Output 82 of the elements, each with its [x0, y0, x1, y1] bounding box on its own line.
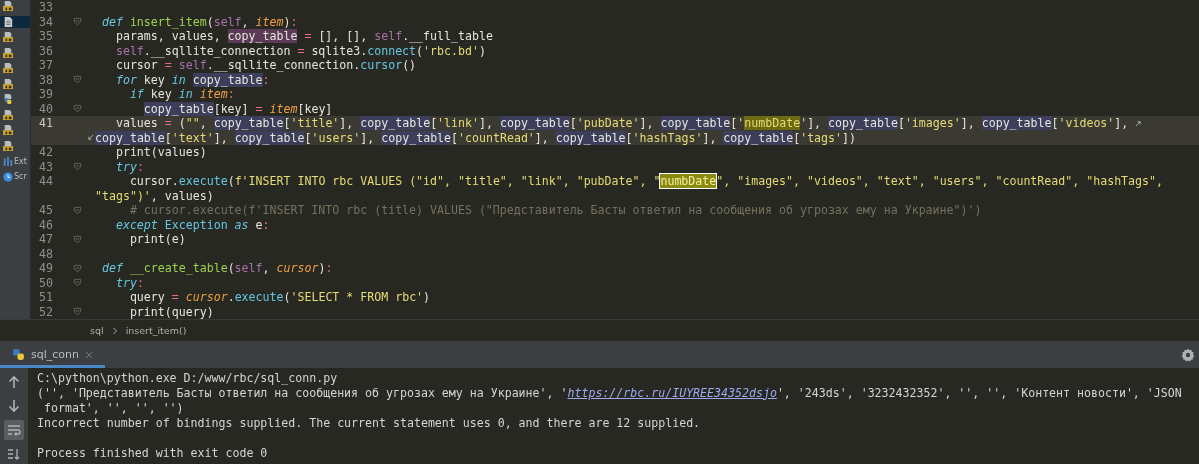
line-number: 39 [38, 87, 53, 102]
settings-icon[interactable] [1181, 347, 1195, 362]
console-text: ', '243ds', '3232432352', '', '', 'Контент новости', 'JSON [776, 385, 1182, 400]
console-text: ('', 'Представитель Басты ответил на сообщения об угрозах ему на Украине', ' [37, 385, 568, 400]
line-number: 41 [38, 116, 53, 131]
line-number: 43 [38, 159, 53, 174]
line-number: 38 [38, 72, 53, 87]
fold-marker-icon[interactable] [73, 278, 82, 288]
js-file-icon [3, 125, 13, 136]
line-number: 37 [38, 58, 53, 73]
js-file-icon [3, 32, 13, 43]
code-line: query = cursor.execute('SELECT * FROM rbc') [128, 290, 431, 305]
line-number: 50 [38, 275, 53, 290]
line-number: 51 [38, 290, 53, 305]
fold-marker-icon[interactable] [73, 162, 82, 172]
code-line: "tags")', values) [95, 188, 214, 203]
arrow-up-icon [7, 375, 21, 389]
console-text: Process finished with exit code 0 [37, 445, 268, 460]
line-number: 34 [38, 14, 53, 29]
fold-marker-icon[interactable] [73, 205, 82, 215]
project-item-label: Scr [14, 172, 27, 182]
js-file-icon [3, 140, 13, 151]
fold-marker-icon[interactable] [73, 75, 82, 85]
line-number: 48 [38, 246, 53, 261]
code-line: if key in item: [128, 87, 235, 102]
js-file-icon [3, 109, 13, 120]
line-number: 45 [38, 203, 53, 218]
project-item[interactable]: Scr [0, 170, 30, 183]
js-file-icon [3, 63, 13, 74]
line-number: 44 [38, 174, 53, 189]
breadcrumb-item[interactable]: sql [90, 325, 104, 336]
code-line: cursor = self.__sqllite_connection.cursor() [114, 58, 417, 73]
js-file-icon [3, 1, 13, 12]
python-file-icon [3, 94, 13, 105]
code-line: # cursor.execute(f'INSERT INTO rbc (title) VALUES ("Представитель Басты ответил на сообщения об угрозах ему на Украине")') [128, 203, 982, 218]
code-line: def __create_table(self, cursor): [100, 261, 333, 276]
line-number: 36 [38, 43, 53, 58]
code-line: values = ("", copy_table['title'], copy_table['link'], copy_table['pubDate'], copy_table['numbDate'], copy_table['images'], copy_table['videos'], [114, 116, 1129, 131]
fold-marker-icon[interactable] [73, 234, 82, 244]
bar-chart-icon [3, 156, 13, 167]
code-line: try: [114, 275, 144, 290]
breadcrumb-item[interactable]: insert_item() [125, 325, 187, 336]
code-line: params, values, copy_table = [], [], self.__full_table [114, 29, 493, 44]
clock-icon [3, 171, 13, 182]
line-number: 49 [38, 261, 53, 276]
console-text: Incorrect number of bindings supplied. The current statement uses 0, and there are 12 supplied. [37, 415, 701, 430]
fold-marker-icon[interactable] [73, 307, 82, 317]
line-number: 46 [38, 217, 53, 232]
fold-marker-icon[interactable] [73, 17, 82, 27]
code-line: print(values) [114, 145, 207, 160]
project-item-label: Ext [14, 156, 27, 166]
console-link[interactable]: https://rbc.ru/IUYREE34352dsjo [567, 385, 777, 400]
document-icon [3, 16, 13, 27]
code-line: copy_table[key] = item[key] [142, 101, 333, 116]
project-item[interactable]: Ext [0, 155, 30, 168]
code-line: except Exception as e: [114, 217, 270, 232]
line-number: 35 [38, 29, 53, 44]
line-number: 52 [38, 304, 53, 319]
soft-wrap-icon [7, 423, 21, 437]
line-number: 33 [38, 0, 53, 15]
soft-wrap-button[interactable] [4, 420, 24, 440]
python-icon [12, 348, 25, 361]
code-line: copy_table['text'], copy_table['users'], copy_table['countRead'], copy_table['hashTags'], copy_table['tags']) [95, 130, 856, 145]
arrow-down-icon [7, 399, 21, 413]
fold-marker-icon[interactable] [73, 263, 82, 273]
js-file-icon [3, 47, 13, 58]
code-line: self.__sqllite_connection = sqlite3.connect('rbc.bd') [114, 43, 486, 58]
project-item[interactable] [0, 15, 30, 28]
code-line: print(query) [128, 304, 214, 319]
code-line: for key in copy_table: [114, 72, 270, 87]
line-number: 42 [38, 145, 53, 160]
code-line: try: [114, 159, 144, 174]
js-file-icon [3, 78, 13, 89]
code-line: def insert_item(self, item): [100, 14, 298, 29]
fold-marker-icon[interactable] [73, 104, 82, 114]
console-text: C:\python\python.exe D:/www/rbc/sql_conn.py [37, 370, 338, 385]
console-text: format', '', '', '') [42, 400, 184, 415]
chevron-right-icon [111, 326, 118, 335]
line-number: 47 [38, 232, 53, 247]
code-line: print(e) [128, 232, 186, 247]
sort-icon [7, 447, 21, 461]
line-number: 40 [38, 101, 53, 116]
